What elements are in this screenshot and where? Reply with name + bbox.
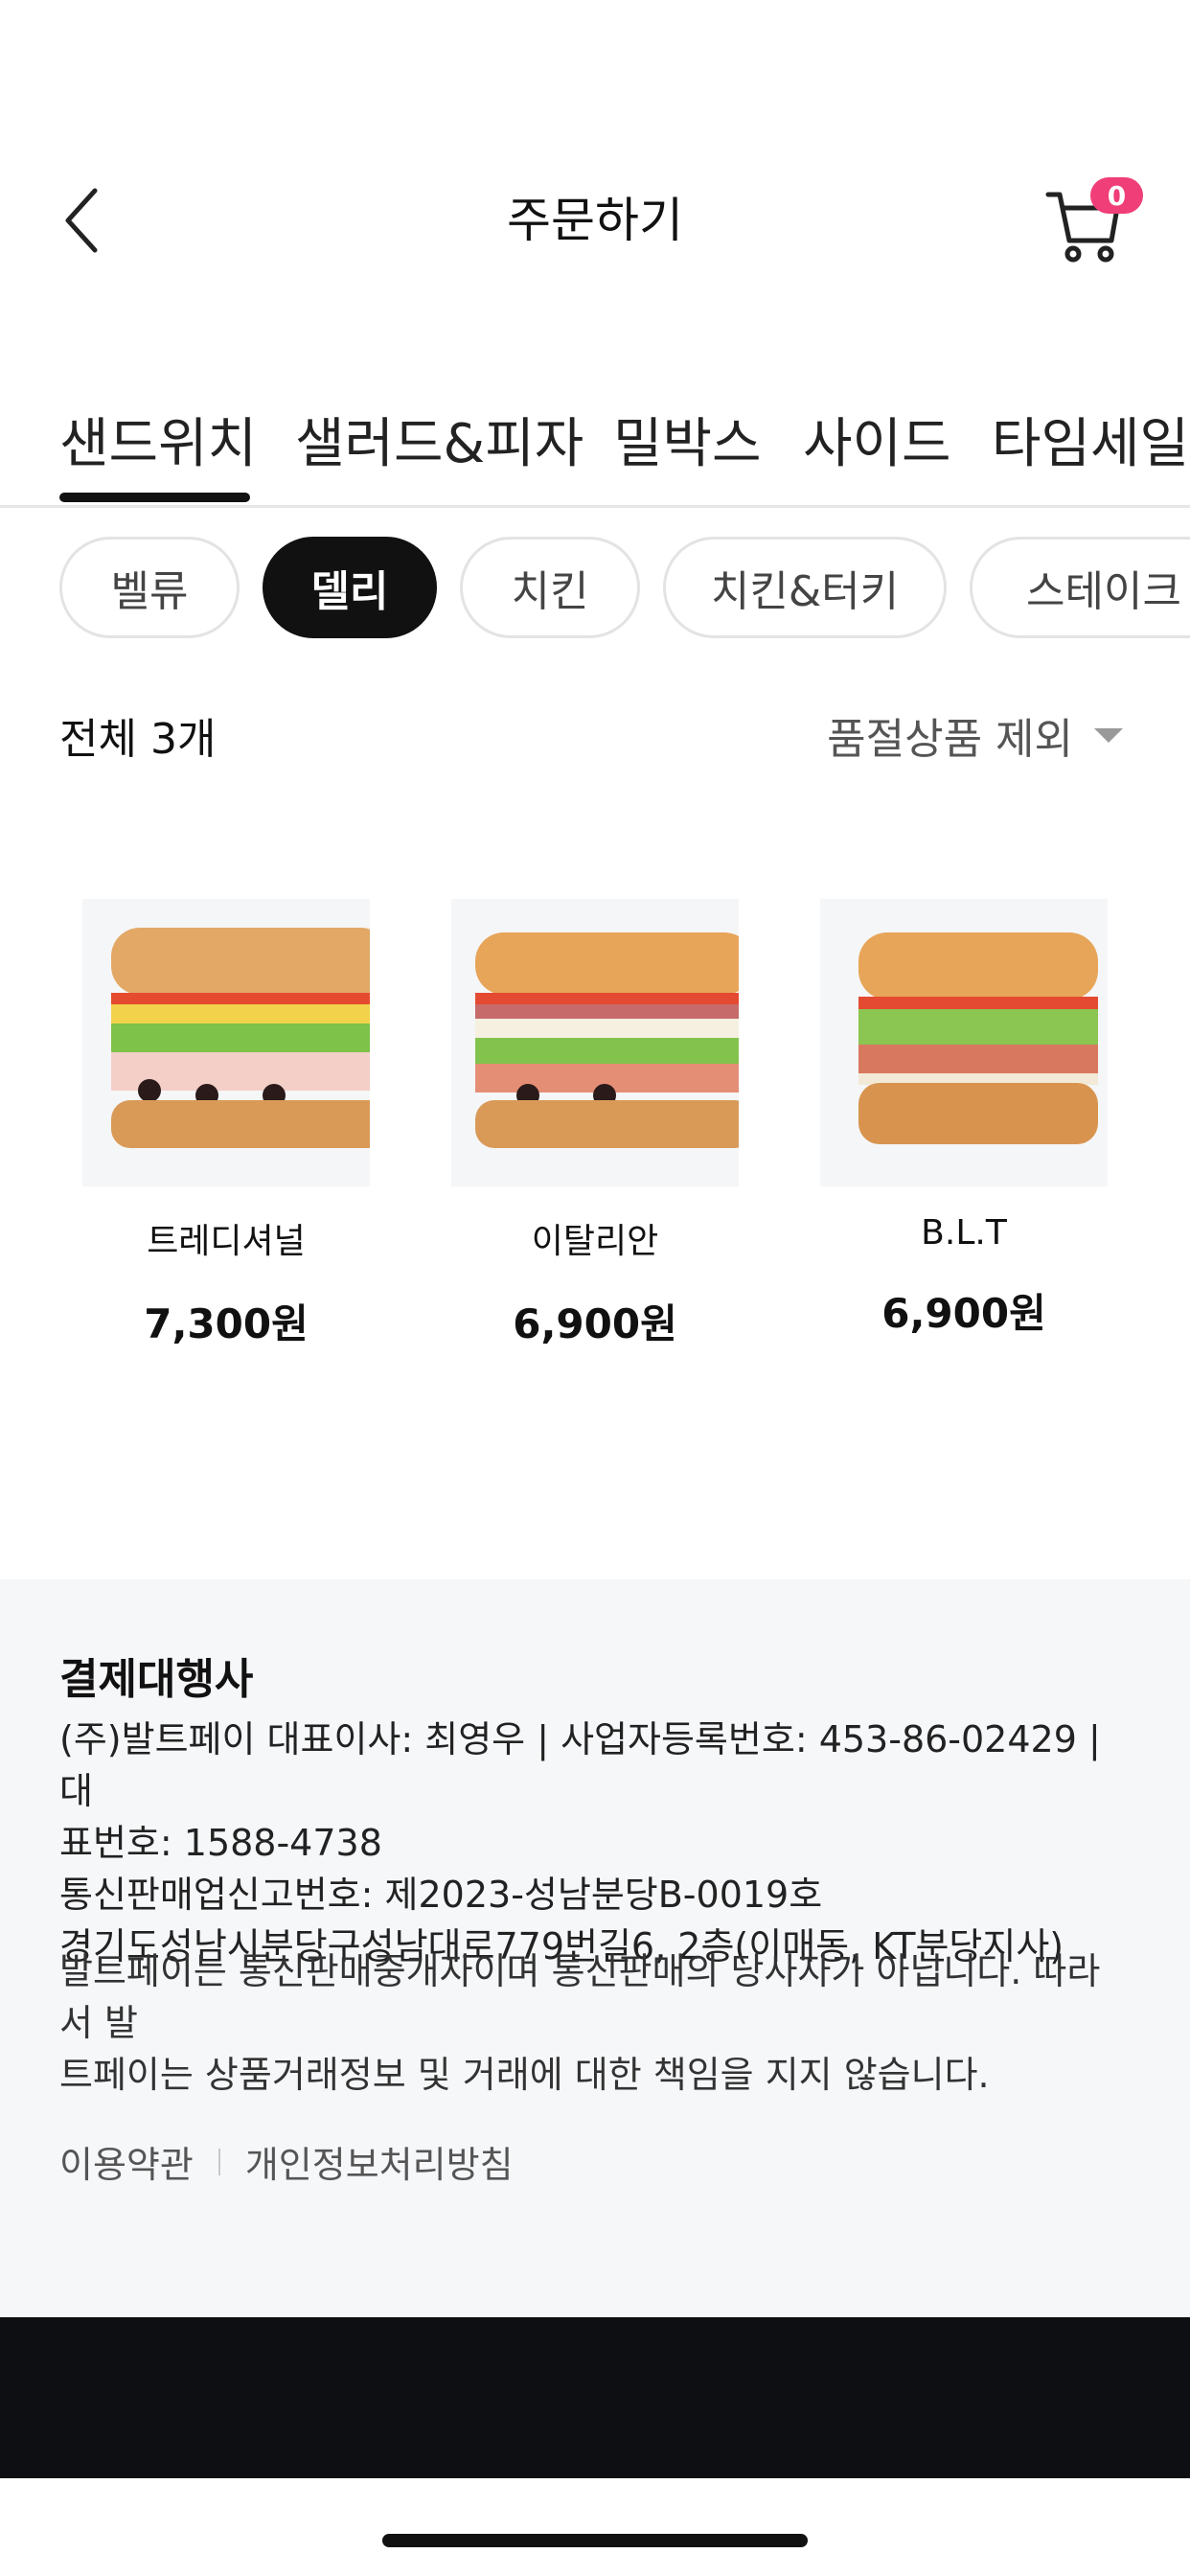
payment-info-footer: 결제대행사 (주)발트페이 대표이사: 최영우 | 사업자등록번호: 453-8… [0, 1579, 1190, 2317]
chip-value[interactable]: 벨류 [59, 537, 240, 638]
company-info-line: (주)발트페이 대표이사: 최영우 | 사업자등록번호: 453-86-0242… [59, 1718, 1101, 1812]
subcategory-chips: 벨류 델리 치킨 치킨&터키 스테이크 [0, 535, 1190, 640]
disclaimer: 발트페이는 통신판매중개자이며 통신판매의 당사자가 아닙니다. 따라서 발 트… [59, 1945, 1133, 2101]
company-info-line: 표번호: 1588-4738 [59, 1822, 382, 1864]
tab-sandwich[interactable]: 샌드위치 [59, 401, 257, 478]
page-title: 주문하기 [507, 193, 683, 248]
product-price: 7,300원 [144, 1300, 309, 1347]
disclaimer-line: 발트페이는 통신판매중개자이며 통신판매의 당사자가 아닙니다. 따라서 발 [59, 1950, 1101, 2044]
product-image [820, 899, 1108, 1186]
category-tabs: 샌드위치 샐러드&피자 밀박스 사이드 타임세일( [0, 383, 1190, 508]
sort-label: 품절상품 제외 [827, 715, 1073, 764]
company-info-line: 통신판매업신고번호: 제2023-성남분당B-0019호 [59, 1874, 823, 1916]
footer-title: 결제대행사 [59, 1655, 254, 1704]
tab-side[interactable]: 사이드 [803, 401, 951, 478]
product-image [82, 899, 370, 1186]
caret-down-icon [1094, 727, 1123, 743]
product-price: 6,900원 [881, 1290, 1046, 1337]
sort-dropdown[interactable]: 품절상품 제외 [827, 704, 1123, 766]
privacy-link[interactable]: 개인정보처리방침 [245, 2135, 514, 2188]
disclaimer-line: 트페이는 상품거래정보 및 거래에 대한 책임을 지지 않습니다. [59, 2054, 990, 2096]
chip-chicken-turkey[interactable]: 치킨&터키 [663, 537, 947, 638]
total-count: 전체 3개 [59, 715, 217, 764]
tab-timesale[interactable]: 타임세일( [992, 401, 1190, 478]
chip-deli[interactable]: 델리 [263, 537, 437, 638]
footer-links: 이용약관 개인정보처리방침 [59, 2135, 514, 2188]
tab-mealbox[interactable]: 밀박스 [613, 401, 762, 478]
link-divider [217, 2148, 220, 2175]
home-indicator [382, 2534, 808, 2547]
bottom-bar [0, 2317, 1190, 2478]
product-price: 6,900원 [513, 1300, 677, 1347]
product-image [451, 899, 739, 1186]
header: 주문하기 0 [0, 0, 1190, 316]
chip-chicken[interactable]: 치킨 [460, 537, 640, 638]
product-card[interactable]: 트레디셔널 7,300원 [82, 899, 370, 1350]
product-name: 트레디셔널 [147, 1222, 306, 1261]
terms-link[interactable]: 이용약관 [59, 2135, 194, 2188]
product-card[interactable]: 이탈리안 6,900원 [451, 899, 739, 1350]
active-tab-indicator [59, 493, 250, 502]
cart-count-badge: 0 [1090, 177, 1143, 214]
product-card[interactable]: B.L.T 6,900원 [820, 899, 1108, 1340]
tab-salad-pizza[interactable]: 샐러드&피자 [295, 401, 584, 478]
chip-steak[interactable]: 스테이크 [970, 537, 1190, 638]
company-info: (주)발트페이 대표이사: 최영우 | 사업자등록번호: 453-86-0242… [59, 1714, 1133, 1972]
product-name: B.L.T [921, 1213, 1007, 1253]
product-name: 이탈리안 [531, 1222, 659, 1261]
